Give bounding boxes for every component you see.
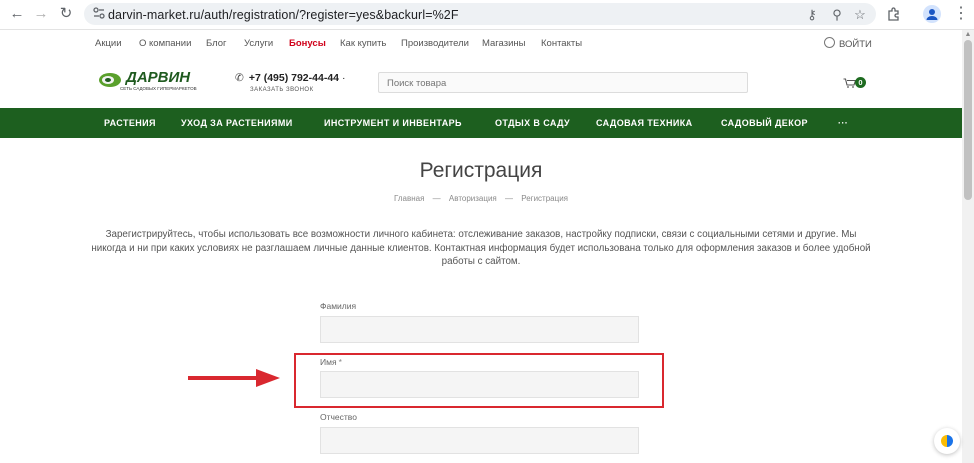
user-icon (824, 37, 835, 48)
search-box[interactable] (378, 72, 748, 93)
top-link-manufacturers[interactable]: Производители (401, 38, 469, 49)
back-arrow-icon[interactable]: ← (8, 5, 26, 23)
search-input[interactable] (379, 74, 747, 93)
annotation-arrow-shaft (188, 376, 258, 380)
login-link[interactable]: ВОЙТИ (824, 37, 872, 50)
top-link-bonuses[interactable]: Бонусы (289, 38, 326, 49)
patronymic-field[interactable] (320, 427, 639, 454)
page-title: Регистрация (419, 159, 543, 182)
breadcrumb-auth[interactable]: Авторизация (449, 194, 497, 203)
top-link-how-to-buy[interactable]: Как купить (340, 38, 386, 49)
logo-title: ДАРВИН (126, 69, 191, 86)
top-link-contacts[interactable]: Контакты (541, 38, 582, 49)
scrollbar-thumb[interactable] (964, 40, 972, 200)
top-link-services[interactable]: Услуги (244, 38, 273, 49)
phone-dropdown-icon[interactable]: · (342, 72, 346, 84)
annotation-arrow-icon (256, 369, 280, 387)
nav-tools[interactable]: ИНСТРУМЕНТ И ИНВЕНТАРЬ (324, 118, 462, 128)
nav-plants[interactable]: РАСТЕНИЯ (104, 118, 156, 128)
lastname-label: Фамилия (320, 301, 358, 311)
address-bar[interactable]: darvin-market.ru/auth/registration/?regi… (84, 3, 876, 25)
annotation-highlight-box (294, 353, 664, 408)
breadcrumb-separator: — (432, 194, 441, 203)
site-settings-icon[interactable] (92, 6, 106, 20)
main-navigation: РАСТЕНИЯ УХОД ЗА РАСТЕНИЯМИ ИНСТРУМЕНТ И… (0, 108, 962, 138)
forward-arrow-icon[interactable]: → (32, 5, 50, 23)
callback-link[interactable]: ЗАКАЗАТЬ ЗВОНОК (250, 87, 314, 93)
nav-plant-care[interactable]: УХОД ЗА РАСТЕНИЯМИ (181, 118, 293, 128)
bookmark-star-icon[interactable]: ☆ (852, 7, 868, 23)
browser-menu-icon[interactable]: ⋮ (953, 4, 969, 24)
cart-count-badge[interactable]: 0 (855, 77, 866, 88)
lastname-field[interactable] (320, 316, 639, 343)
site-logo[interactable]: ДАРВИН СЕТЬ САДОВЫХ ГИПЕРМАРКЕТОВ (98, 69, 197, 95)
lastname-input[interactable] (321, 317, 638, 342)
top-link-promotions[interactable]: Акции (95, 38, 122, 49)
assistant-logo-icon (941, 435, 953, 447)
profile-avatar-icon[interactable] (923, 5, 941, 23)
zoom-icon[interactable]: ⚲ (829, 7, 845, 23)
nav-more-icon[interactable]: ··· (838, 118, 848, 128)
breadcrumb-home[interactable]: Главная (394, 194, 424, 203)
login-label: ВОЙТИ (839, 39, 872, 50)
patronymic-input[interactable] (321, 428, 638, 453)
phone-text: +7 (495) 792-44-44 (248, 72, 340, 84)
registration-intro-text: Зарегистрируйтесь, чтобы использовать вс… (91, 229, 871, 267)
reload-icon[interactable]: ↻ (57, 5, 75, 23)
nav-garden-machinery[interactable]: САДОВАЯ ТЕХНИКА (596, 118, 693, 128)
top-link-blog[interactable]: Блог (206, 38, 227, 49)
lastname-label-text: Фамилия (320, 301, 357, 311)
patronymic-label-text: Отчество (320, 412, 357, 422)
breadcrumb-current: Регистрация (521, 194, 568, 203)
top-link-about[interactable]: О компании (139, 38, 191, 49)
extensions-puzzle-icon[interactable] (886, 6, 902, 22)
url-text[interactable]: darvin-market.ru/auth/registration/?regi… (108, 8, 459, 22)
phone-icon: ✆ (235, 72, 244, 84)
password-key-icon[interactable]: ⚷ (804, 7, 820, 23)
logo-subtitle: СЕТЬ САДОВЫХ ГИПЕРМАРКЕТОВ (120, 86, 197, 91)
breadcrumb: Главная — Авторизация — Регистрация (0, 194, 962, 203)
patronymic-label: Отчество (320, 412, 359, 422)
nav-garden-decor[interactable]: САДОВЫЙ ДЕКОР (721, 118, 808, 128)
breadcrumb-separator: — (505, 194, 513, 203)
scroll-up-arrow-icon[interactable]: ▲ (964, 31, 972, 39)
top-link-stores[interactable]: Магазины (482, 38, 525, 49)
browser-toolbar: ← → ↻ darvin-market.ru/auth/registration… (0, 0, 974, 30)
nav-garden-leisure[interactable]: ОТДЫХ В САДУ (495, 118, 570, 128)
assistant-widget-button[interactable] (934, 428, 960, 454)
phone-number[interactable]: ✆ +7 (495) 792-44-44 · (235, 72, 346, 84)
